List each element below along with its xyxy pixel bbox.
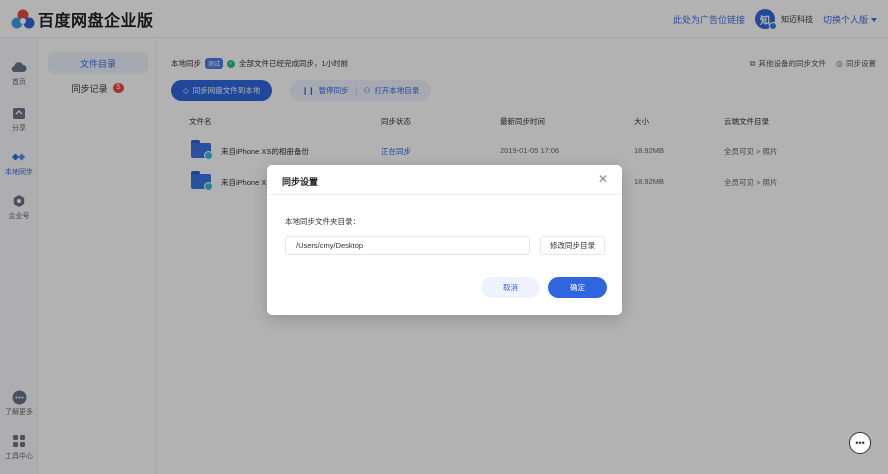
confirm-button[interactable]: 确定 — [548, 277, 607, 298]
sync-folder-path-input[interactable] — [285, 236, 530, 255]
sync-settings-dialog: 同步设置 ✕ 本地同步文件夹目录： 修改同步目录 取消 确定 — [267, 165, 622, 315]
divider — [267, 194, 622, 195]
modify-sync-dir-button[interactable]: 修改同步目录 — [540, 236, 605, 255]
dialog-title: 同步设置 — [282, 177, 319, 187]
cancel-button[interactable]: 取消 — [481, 277, 540, 298]
close-icon[interactable]: ✕ — [598, 172, 608, 186]
sync-folder-label: 本地同步文件夹目录： — [285, 217, 360, 226]
chat-help-icon[interactable]: ••• — [849, 432, 871, 454]
